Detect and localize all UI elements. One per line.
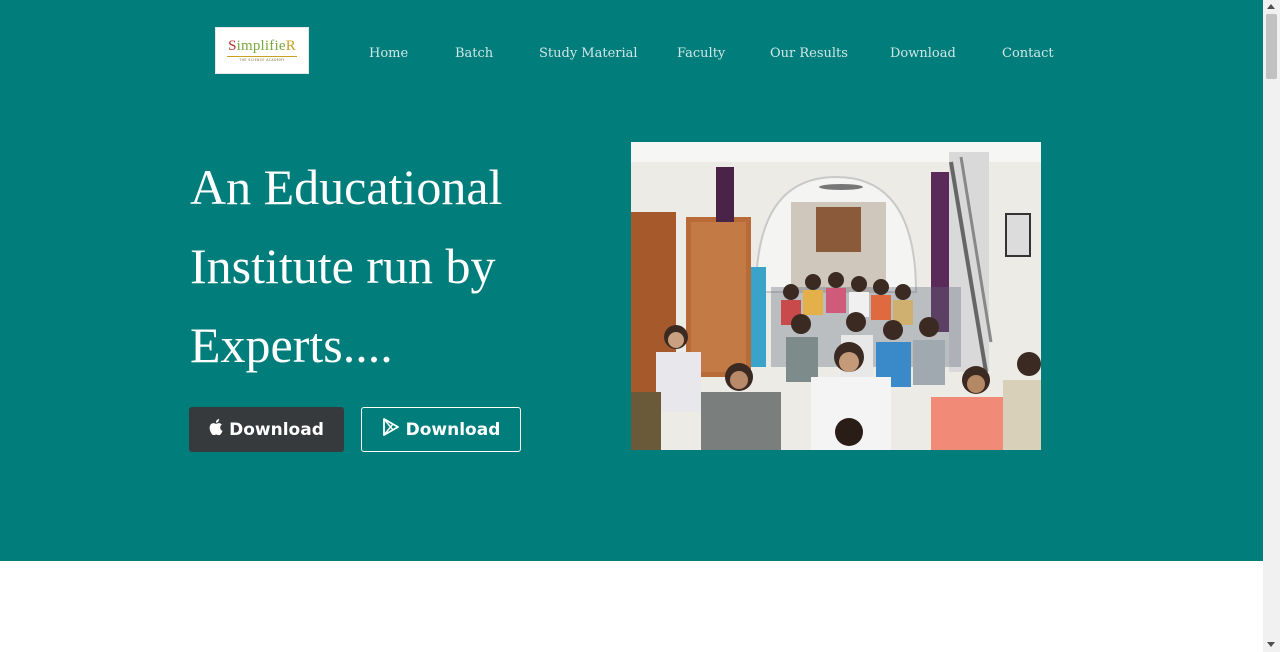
nav-study-material[interactable]: Study Material (539, 46, 638, 61)
nav-contact[interactable]: Contact (1002, 46, 1054, 61)
site-logo[interactable]: SimplifieR THE SCIENCE ACADEMY (215, 27, 309, 74)
hero-section: SimplifieR THE SCIENCE ACADEMY Home Batc… (0, 0, 1263, 561)
logo-underline (227, 55, 297, 57)
nav-batch[interactable]: Batch (455, 46, 493, 61)
nav-download[interactable]: Download (890, 46, 956, 61)
page-scrollbar[interactable] (1263, 0, 1280, 652)
scroll-thumb[interactable] (1266, 14, 1277, 79)
apple-icon (209, 419, 223, 440)
logo-wordmark: SimplifieR (228, 37, 296, 54)
nav-faculty[interactable]: Faculty (677, 46, 725, 61)
headline-line-2: Institute run by (190, 238, 496, 294)
headline-line-1: An Educational (190, 159, 503, 215)
headline-line-3: Experts.... (190, 317, 393, 373)
play-store-button-label: Download (405, 419, 501, 440)
nav-home[interactable]: Home (369, 46, 408, 61)
scroll-down-arrow-icon[interactable] (1267, 642, 1275, 647)
classroom-photo-illustration (631, 142, 1041, 450)
classroom-photo (631, 142, 1041, 450)
app-store-download-button[interactable]: Download (189, 407, 344, 452)
play-store-download-button[interactable]: Download (361, 407, 521, 452)
hero-headline: An Educational Institute run by Experts.… (190, 148, 590, 385)
scroll-up-arrow-icon[interactable] (1267, 4, 1275, 9)
logo-subtitle: THE SCIENCE ACADEMY (239, 57, 285, 62)
app-store-button-label: Download (229, 419, 324, 440)
nav-our-results[interactable]: Our Results (770, 46, 848, 61)
play-store-icon (382, 418, 400, 441)
